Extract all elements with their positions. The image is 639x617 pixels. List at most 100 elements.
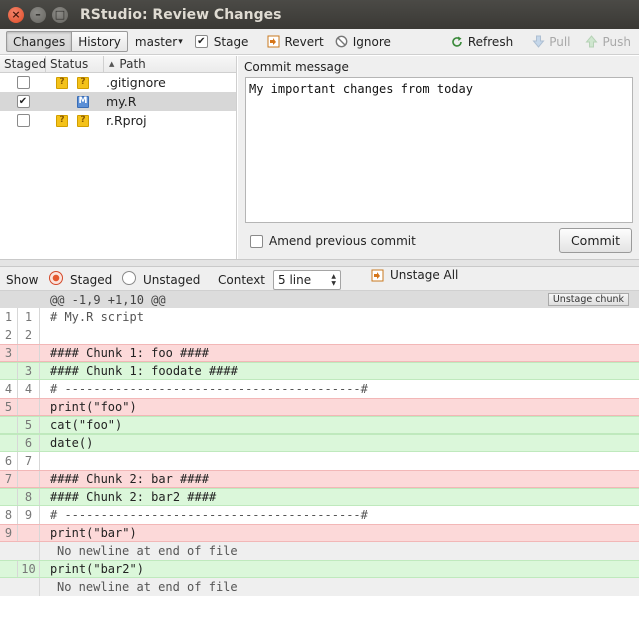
chevron-down-icon: ▾ (178, 36, 183, 47)
stage-label: Stage (213, 34, 249, 49)
changed-files-table: Staged Status ▲ Path ? ? .gitignore ✔ M … (0, 56, 237, 259)
file-path: .gitignore (106, 75, 166, 90)
old-line-number (0, 417, 18, 433)
diff-line-del[interactable]: 9 print("bar") (0, 524, 639, 542)
gutter (0, 542, 18, 560)
code-text: #### Chunk 1: foo #### (50, 346, 209, 360)
no-newline-note: No newline at end of file (57, 544, 238, 558)
stage-button[interactable]: ✔ Stage (194, 34, 249, 49)
old-line-number (0, 363, 18, 379)
diff-line-del[interactable]: 3 #### Chunk 1: foo #### (0, 344, 639, 362)
staged-radio[interactable] (49, 271, 63, 285)
push-button[interactable]: Push (585, 34, 632, 49)
new-line-number: 4 (18, 380, 40, 398)
file-row-gitignore[interactable]: ? ? .gitignore (0, 73, 236, 92)
hunk-range: @@ -1,9 +1,10 @@ (50, 292, 166, 307)
diff-line-add[interactable]: 5 cat("foo") (0, 416, 639, 434)
pull-label: Pull (549, 34, 571, 49)
pane-splitter[interactable] (0, 259, 639, 267)
unstage-icon (370, 268, 384, 282)
diff-line-ctx[interactable]: 4 4 # ------------------------------------… (0, 380, 639, 398)
changes-tab[interactable]: Changes (6, 31, 73, 52)
window-maximize-button[interactable]: □ (52, 6, 68, 23)
branch-dropdown[interactable]: master ▾ (135, 35, 183, 49)
window-close-button[interactable]: × (8, 6, 24, 23)
new-line-number: 1 (18, 308, 40, 326)
diff-line-add[interactable]: 8 #### Chunk 2: bar2 #### (0, 488, 639, 506)
new-line-number: 7 (18, 452, 40, 470)
unstaged-radio[interactable] (122, 271, 136, 285)
unstage-all-button[interactable]: Unstage All (370, 268, 458, 282)
code-text: cat("foo") (50, 418, 123, 432)
gutter (18, 542, 40, 560)
file-path: my.R (106, 94, 137, 109)
refresh-label: Refresh (467, 34, 514, 49)
history-tab[interactable]: History (72, 31, 128, 52)
old-line-number: 9 (0, 525, 18, 541)
window-minimize-button[interactable]: – (30, 6, 46, 23)
diff-line-ctx[interactable]: 1 1 # My.R script (0, 308, 639, 326)
diff-line-add[interactable]: 3 #### Chunk 1: foodate #### (0, 362, 639, 380)
diff-line-add[interactable]: 10 print("bar2") (0, 560, 639, 578)
unstage-chunk-button[interactable]: Unstage chunk (547, 293, 629, 306)
ignore-button[interactable]: Ignore (335, 35, 391, 49)
staged-radio-label[interactable]: Staged (70, 273, 112, 287)
commit-button[interactable]: Commit (559, 228, 632, 253)
stage-checkbox-icon: ✔ (194, 35, 208, 48)
code-text: # --------------------------------------… (50, 508, 368, 522)
staged-checkbox[interactable]: ✔ (16, 95, 30, 108)
diff-line-note[interactable]: No newline at end of file (0, 578, 639, 596)
diff-lines: 1 1 # My.R script 2 2 3 #### Chunk 1: foo ####… (0, 308, 639, 596)
diff-line-del[interactable]: 5 print("foo") (0, 398, 639, 416)
staged-checkbox[interactable] (16, 76, 30, 89)
code-text: # My.R script (50, 310, 144, 324)
diff-line-del[interactable]: 7 #### Chunk 2: bar #### (0, 470, 639, 488)
diff-line-add[interactable]: 6 date() (0, 434, 639, 452)
diff-line-ctx[interactable]: 67 (0, 452, 639, 470)
code-text: print("bar") (50, 526, 137, 540)
new-line-number: 10 (18, 561, 40, 577)
context-lines-select[interactable]: 5 line ▲ ▼ (273, 270, 341, 290)
code-text: print("bar2") (50, 562, 144, 576)
ignore-icon (335, 35, 349, 49)
title-bar: × – □ RStudio: Review Changes (0, 0, 639, 29)
old-line-number: 2 (0, 326, 18, 344)
file-path: r.Rproj (106, 113, 147, 128)
column-header-status[interactable]: Status (46, 56, 104, 72)
old-line-number: 6 (0, 452, 18, 470)
file-row-rproj[interactable]: ? ? r.Rproj (0, 111, 236, 130)
old-line-number (0, 435, 18, 451)
view-switcher: Changes History (6, 31, 128, 52)
gutter (18, 578, 40, 596)
diff-line-note[interactable]: No newline at end of file (0, 542, 639, 560)
window-title: RStudio: Review Changes (80, 6, 282, 23)
push-label: Push (602, 34, 632, 49)
diff-line-ctx[interactable]: 22 (0, 326, 639, 344)
refresh-button[interactable]: Refresh (450, 35, 513, 49)
revert-button[interactable]: Revert (266, 35, 324, 49)
unstage-all-label: Unstage All (390, 268, 459, 282)
code-text: #### Chunk 2: bar #### (50, 472, 209, 486)
new-line-number (18, 399, 40, 415)
amend-checkbox[interactable] (250, 234, 263, 248)
column-header-staged[interactable]: Staged (0, 56, 46, 72)
pull-button[interactable]: Pull (531, 34, 571, 49)
unstaged-radio-label[interactable]: Unstaged (143, 273, 200, 287)
amend-label: Amend previous commit (269, 234, 416, 248)
old-line-number: 8 (0, 506, 18, 524)
untracked-status-icon: ? (77, 114, 89, 127)
files-table-header: Staged Status ▲ Path (0, 56, 236, 73)
diff-line-ctx[interactable]: 8 9 # ------------------------------------… (0, 506, 639, 524)
pull-arrow-down-icon (531, 35, 545, 49)
old-line-number (0, 489, 18, 505)
file-row-my-r[interactable]: ✔ M my.R (0, 92, 236, 111)
column-header-path[interactable]: ▲ Path (104, 56, 236, 72)
show-label: Show (6, 273, 39, 287)
commit-message-input[interactable]: My important changes from today (245, 77, 633, 223)
no-newline-note: No newline at end of file (57, 580, 238, 594)
untracked-status-icon: ? (77, 76, 89, 89)
old-line-number: 5 (0, 399, 18, 415)
code-text: #### Chunk 1: foodate #### (50, 364, 238, 378)
staged-checkbox[interactable] (16, 114, 30, 127)
amend-previous-commit-option[interactable]: Amend previous commit (250, 234, 416, 248)
